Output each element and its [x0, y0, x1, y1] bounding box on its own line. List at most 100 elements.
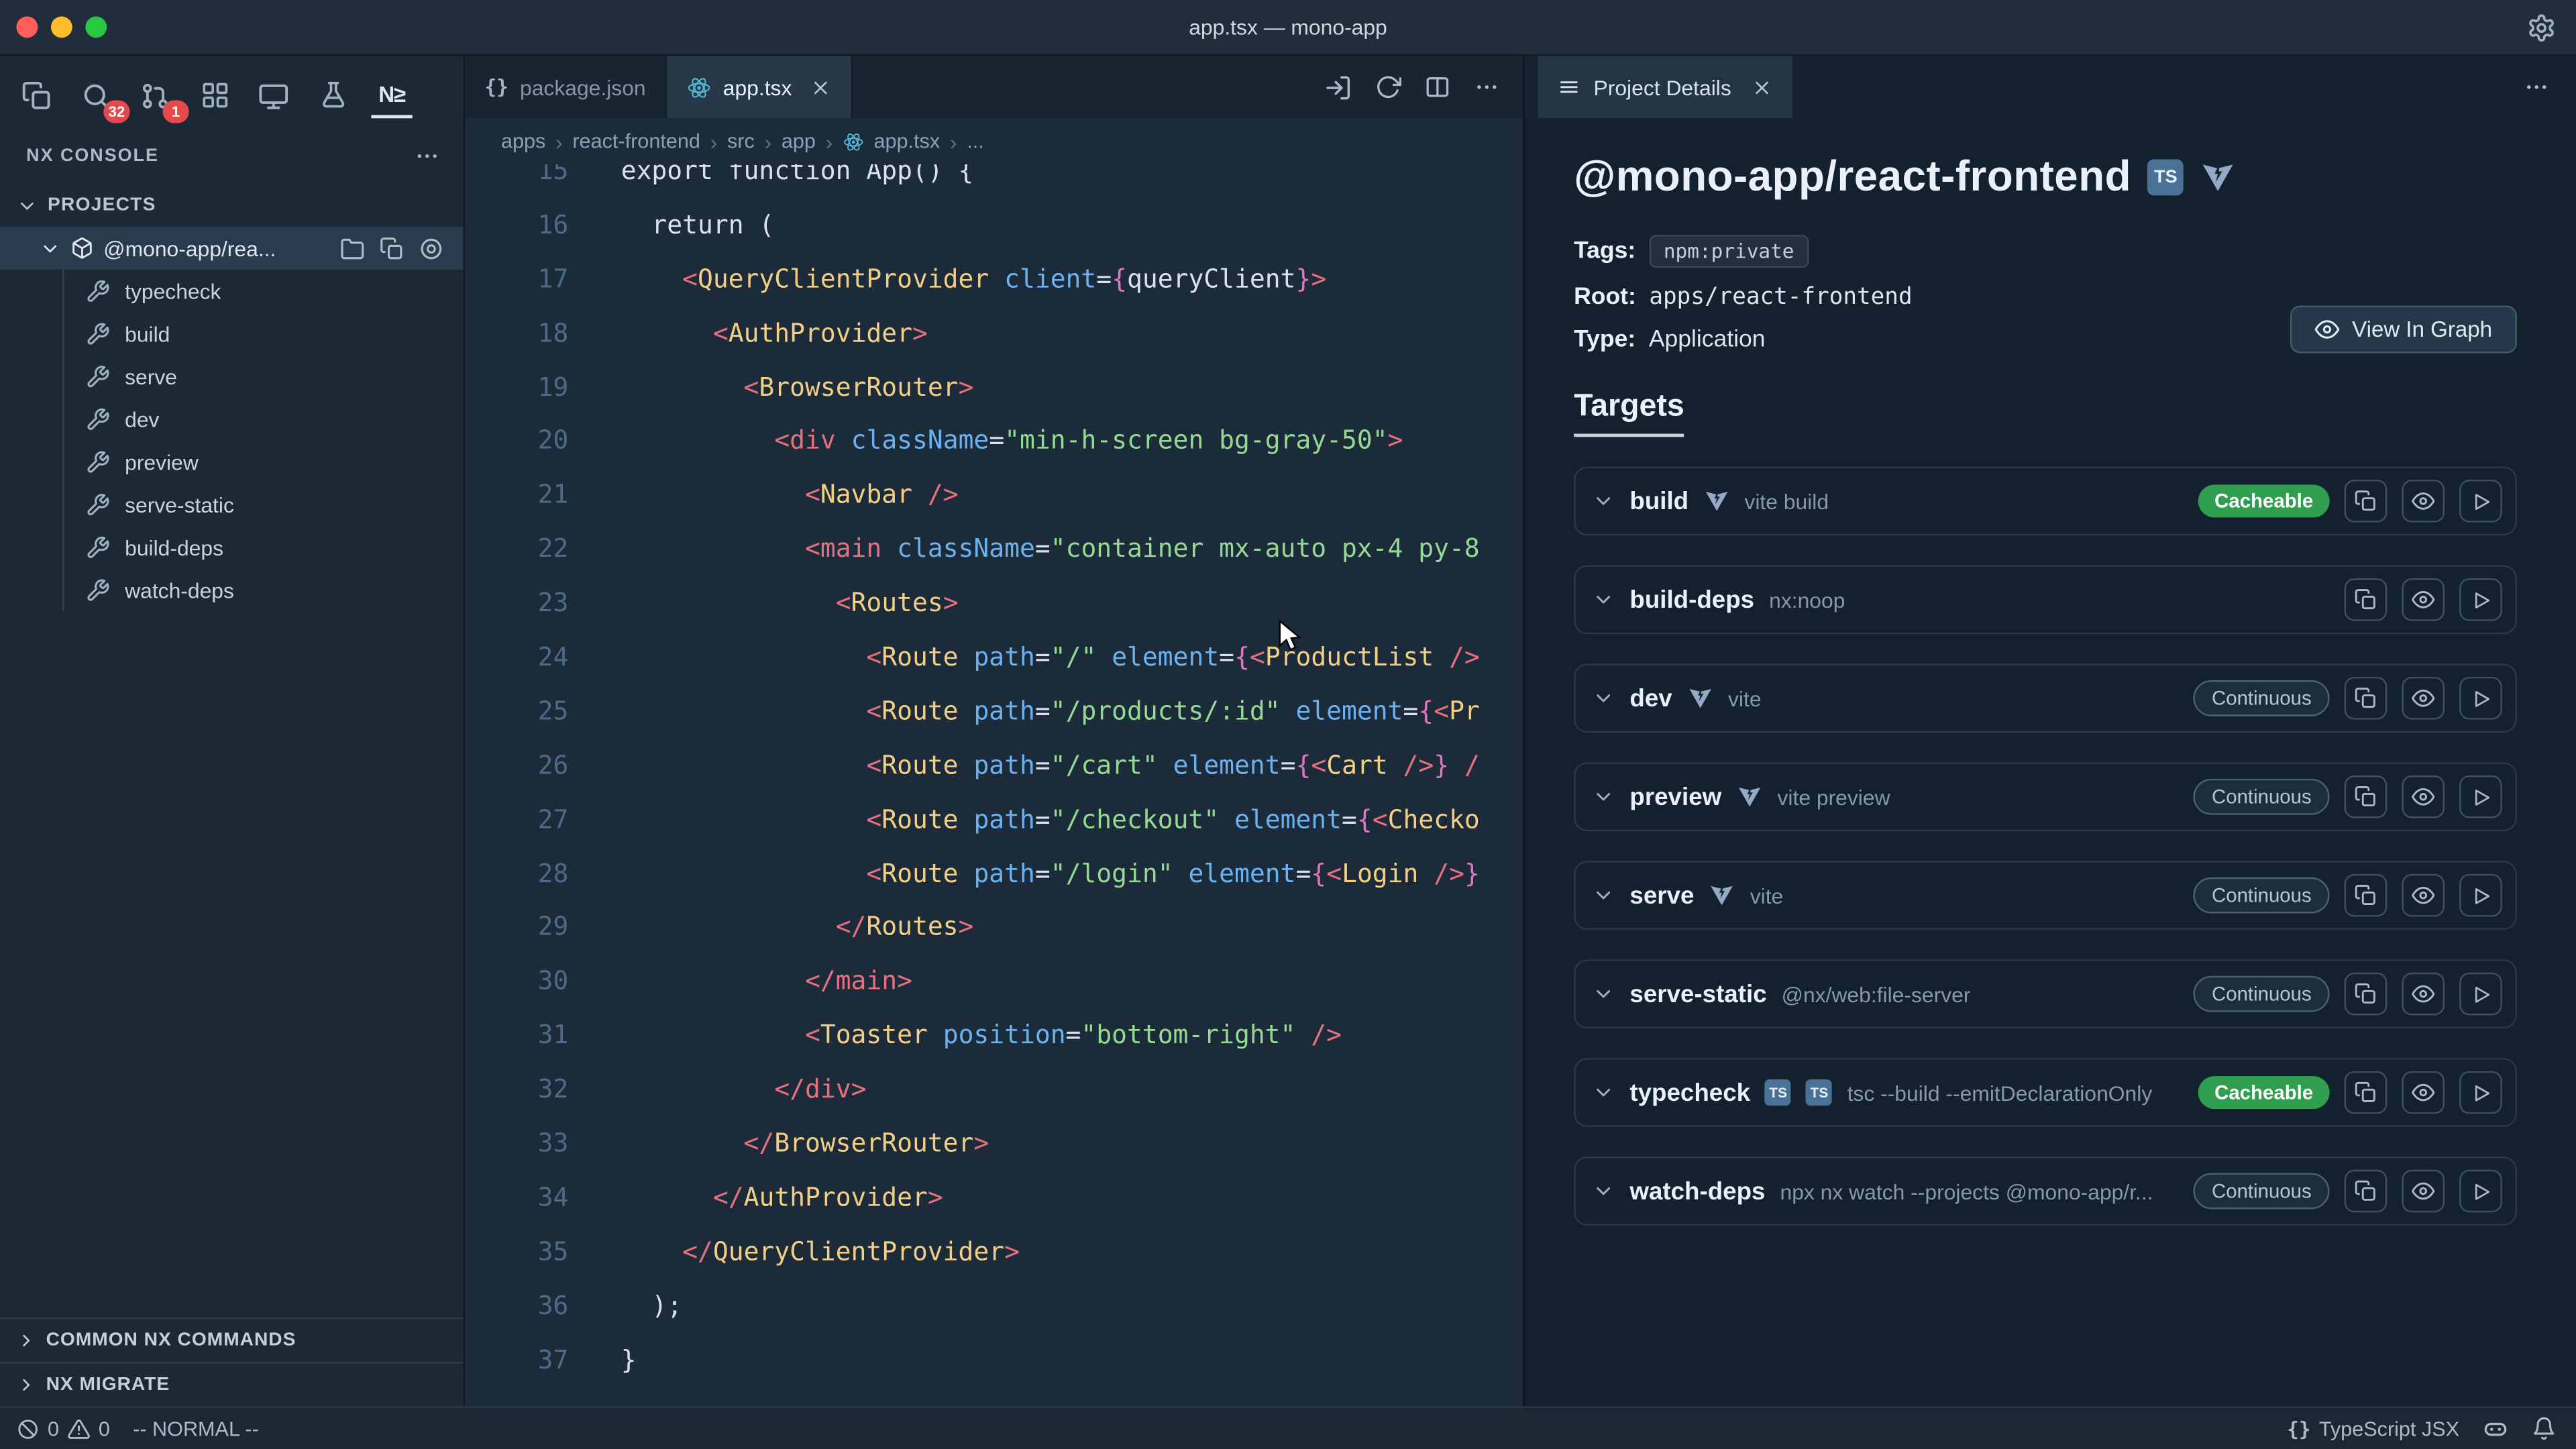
copy-task-button[interactable] [2345, 578, 2387, 621]
chevron-down-icon[interactable] [1592, 1179, 1615, 1202]
close-tab-icon[interactable] [1751, 76, 1772, 98]
code-line-33[interactable]: 33 </BrowserRouter> [465, 1117, 1523, 1171]
breadcrumb-item[interactable]: ... [967, 129, 984, 152]
run-task-button[interactable] [2459, 578, 2502, 621]
code-line-35[interactable]: 35 </QueryClientProvider> [465, 1225, 1523, 1279]
target-row-serve-static[interactable]: serve-static@nx/web:file-serverContinuou… [1574, 959, 2517, 1028]
copy-task-button[interactable] [2345, 973, 2387, 1016]
run-task-button[interactable] [2459, 775, 2502, 818]
sidebar-target-serve-static[interactable]: serve-static [0, 483, 464, 526]
more-actions-icon[interactable] [414, 143, 440, 169]
view-task-button[interactable] [2402, 1170, 2445, 1213]
chevron-down-icon[interactable] [1592, 982, 1615, 1005]
breadcrumb-item[interactable]: src [727, 129, 755, 152]
code-line-30[interactable]: 30 </main> [465, 955, 1523, 1010]
zoom-window-button[interactable] [85, 16, 107, 38]
target-row-typecheck[interactable]: typecheckTSTStsc --build --emitDeclarati… [1574, 1058, 2517, 1127]
code-line-36[interactable]: 36 ); [465, 1279, 1523, 1334]
target-row-build[interactable]: buildvite buildCacheable [1574, 467, 2517, 536]
code-editor[interactable]: 15export function App() {16 return (17 <… [465, 164, 1523, 1406]
run-task-button[interactable] [2459, 1170, 2502, 1213]
target-row-serve[interactable]: serveviteContinuous [1574, 861, 2517, 930]
copy-task-button[interactable] [2345, 677, 2387, 720]
view-task-button[interactable] [2402, 578, 2445, 621]
run-task-button[interactable] [2459, 677, 2502, 720]
copy-task-button[interactable] [2345, 1170, 2387, 1213]
copy-task-button[interactable] [2345, 775, 2387, 818]
code-line-31[interactable]: 31 <Toaster position="bottom-right" /> [465, 1009, 1523, 1063]
tab-package-json[interactable]: {} package.json [465, 56, 667, 118]
nx-console-icon[interactable]: N≥ [371, 72, 412, 119]
minimize-window-button[interactable] [51, 16, 72, 38]
code-line-18[interactable]: 18 <AuthProvider> [465, 307, 1523, 361]
view-task-button[interactable] [2402, 775, 2445, 818]
extensions-icon[interactable] [194, 72, 235, 119]
view-task-button[interactable] [2402, 973, 2445, 1016]
files-copy-icon[interactable] [16, 72, 57, 119]
tab-app-tsx[interactable]: app.tsx [667, 56, 853, 118]
nx-migrate-section[interactable]: NX MIGRATE [0, 1362, 464, 1406]
copy-task-button[interactable] [2345, 1071, 2387, 1114]
code-line-15[interactable]: 15export function App() { [465, 164, 1523, 199]
open-to-side-icon[interactable] [1324, 73, 1352, 101]
code-line-34[interactable]: 34 </AuthProvider> [465, 1171, 1523, 1226]
close-tab-icon[interactable] [810, 76, 831, 98]
breadcrumb-item[interactable]: react-frontend [572, 129, 700, 152]
chevron-down-icon[interactable] [1592, 687, 1615, 710]
code-line-24[interactable]: 24 <Route path="/" element={<ProductList… [465, 631, 1523, 685]
breadcrumb-item[interactable]: app.tsx [873, 129, 940, 152]
copy-icon[interactable] [380, 235, 405, 260]
code-line-22[interactable]: 22 <main className="container mx-auto px… [465, 523, 1523, 577]
test-flask-icon[interactable] [312, 72, 353, 119]
view-task-button[interactable] [2402, 1071, 2445, 1114]
code-line-17[interactable]: 17 <QueryClientProvider client={queryCli… [465, 253, 1523, 307]
target-row-preview[interactable]: previewvite previewContinuous [1574, 762, 2517, 831]
copy-task-button[interactable] [2345, 874, 2387, 917]
language-mode[interactable]: {} TypeScript JSX [2287, 1417, 2459, 1440]
chevron-down-icon[interactable] [1592, 490, 1615, 513]
code-line-32[interactable]: 32 </div> [465, 1063, 1523, 1118]
common-nx-commands-section[interactable]: COMMON NX COMMANDS [0, 1318, 464, 1362]
chevron-down-icon[interactable] [1592, 1081, 1615, 1104]
settings-gear-icon[interactable] [2527, 13, 2557, 43]
refresh-icon[interactable] [1375, 74, 1401, 100]
monitor-icon[interactable] [253, 72, 294, 119]
source-control-icon[interactable]: 1 [135, 72, 176, 119]
code-line-21[interactable]: 21 <Navbar /> [465, 469, 1523, 523]
project-row[interactable]: @mono-app/rea... [0, 227, 464, 270]
chevron-down-icon[interactable] [1592, 884, 1615, 907]
code-line-37[interactable]: 37} [465, 1334, 1523, 1388]
chevron-down-icon[interactable] [1592, 786, 1615, 808]
run-task-button[interactable] [2459, 874, 2502, 917]
sidebar-target-serve[interactable]: serve [0, 355, 464, 398]
breadcrumb-item[interactable]: apps [501, 129, 545, 152]
target-row-dev[interactable]: devviteContinuous [1574, 663, 2517, 733]
code-line-16[interactable]: 16 return ( [465, 199, 1523, 253]
code-line-27[interactable]: 27 <Route path="/checkout" element={<Che… [465, 793, 1523, 847]
code-line-20[interactable]: 20 <div className="min-h-screen bg-gray-… [465, 415, 1523, 469]
sidebar-target-preview[interactable]: preview [0, 440, 464, 483]
folder-icon[interactable] [340, 235, 365, 260]
run-task-button[interactable] [2459, 973, 2502, 1016]
code-line-25[interactable]: 25 <Route path="/products/:id" element={… [465, 685, 1523, 739]
search-icon[interactable]: 32 [76, 72, 117, 119]
run-task-button[interactable] [2459, 480, 2502, 523]
sidebar-target-watch-deps[interactable]: watch-deps [0, 568, 464, 611]
target-icon[interactable] [419, 235, 443, 260]
chevron-down-icon[interactable] [1592, 588, 1615, 611]
code-line-23[interactable]: 23 <Routes> [465, 577, 1523, 631]
vim-mode-indicator[interactable]: -- NORMAL -- [133, 1417, 259, 1440]
code-line-28[interactable]: 28 <Route path="/login" element={<Login … [465, 847, 1523, 902]
target-row-watch-deps[interactable]: watch-depsnpx nx watch --projects @mono-… [1574, 1157, 2517, 1226]
split-editor-icon[interactable] [1424, 74, 1450, 100]
sidebar-target-dev[interactable]: dev [0, 398, 464, 441]
code-line-29[interactable]: 29 </Routes> [465, 901, 1523, 955]
view-task-button[interactable] [2402, 480, 2445, 523]
code-line-26[interactable]: 26 <Route path="/cart" element={<Cart />… [465, 739, 1523, 794]
sidebar-target-typecheck[interactable]: typecheck [0, 270, 464, 313]
more-actions-icon[interactable] [2524, 74, 2576, 100]
view-in-graph-button[interactable]: View In Graph [2290, 306, 2517, 354]
copy-task-button[interactable] [2345, 480, 2387, 523]
run-task-button[interactable] [2459, 1071, 2502, 1114]
tab-project-details[interactable]: Project Details [1538, 56, 1792, 118]
